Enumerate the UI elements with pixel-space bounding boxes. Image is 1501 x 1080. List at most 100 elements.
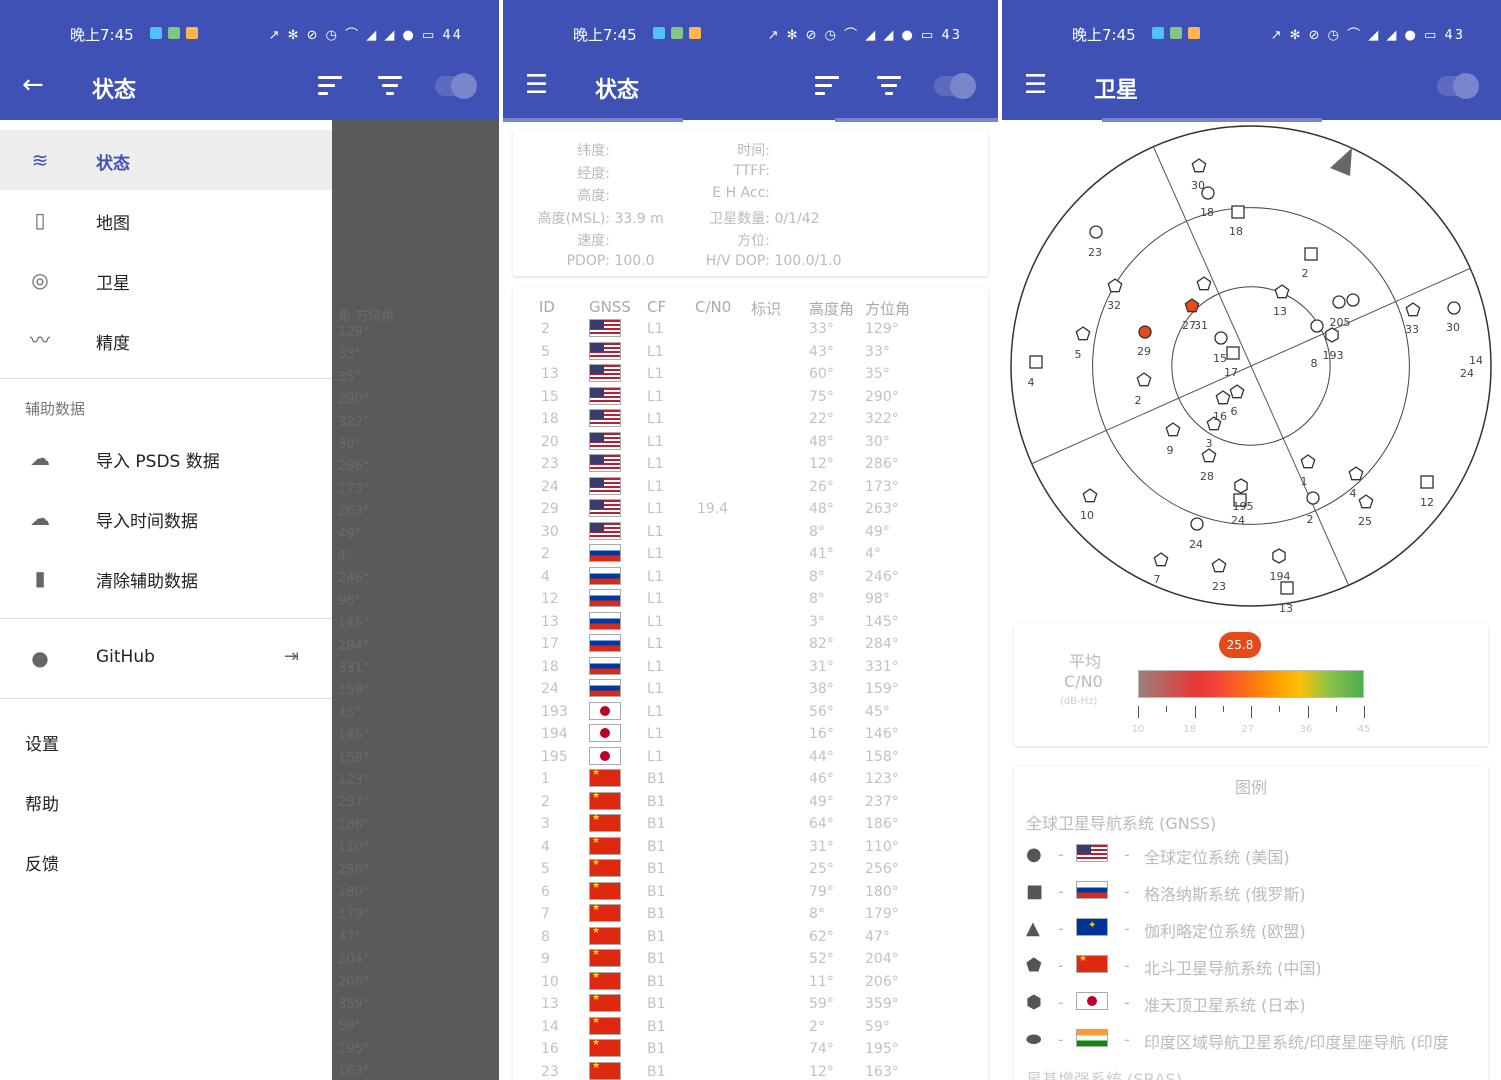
ghost-azimuth: 246° (338, 571, 370, 587)
drawer-item-label: 卫星 (96, 274, 130, 294)
screen-status: 晚上7:45 ↗ ✻ ⊘ ◷ ⌒ ◢ ◢ ● ▭ 43 ☰ 状态 纬度: 经度:… (503, 0, 998, 1080)
satellite-label: 8 (1311, 357, 1318, 370)
drawer-item-feedback[interactable]: 反馈 (25, 850, 59, 875)
table-row: 14 B1 2° 59° (513, 1016, 998, 1038)
legend-item: ⬟--北斗卫星导航系统 (中国) (1026, 951, 1496, 981)
satellite-label: 24 (1189, 538, 1203, 551)
battery-icon: 43 (941, 28, 962, 43)
flag-icon (589, 1038, 621, 1057)
cell-id: 23 (541, 456, 559, 472)
legend-text: 格洛纳斯系统 (俄罗斯) (1144, 885, 1306, 904)
cell-azimuth: 204° (865, 951, 899, 967)
drawer-item-status[interactable]: ≋ 状态 (0, 130, 332, 190)
menu-icon[interactable]: ☰ (1024, 70, 1047, 100)
satellite-label: 31 (1194, 319, 1208, 332)
drawer-item-settings[interactable]: 设置 (25, 730, 59, 755)
cell-azimuth: 30° (865, 433, 890, 450)
satellite-icon: ◎ (31, 268, 49, 292)
cn0-tick (1279, 706, 1281, 712)
notification-icons (1152, 27, 1200, 39)
drawer-item-accuracy[interactable]: 〰 精度 (0, 310, 332, 370)
drawer-item-import-psds[interactable]: ☁ 导入 PSDS 数据 (0, 428, 332, 488)
satellite-marker (1348, 466, 1364, 481)
cell-cn0: 19.4 (697, 501, 729, 517)
legend-dash: - (1058, 882, 1064, 901)
legend-item: ● - - 全球定位系统 (美国) (1026, 840, 1496, 870)
col-gnss: GNSS (589, 298, 631, 316)
filter-icon[interactable] (877, 76, 903, 98)
cell-azimuth: 123° (865, 771, 899, 787)
satellite-label: 9 (1167, 444, 1174, 457)
drawer-scrim[interactable]: 角 方位角 129° 33° 35° 290° 322° 30° 286° 173° 263° 4… (332, 120, 499, 1080)
filter-icon[interactable] (378, 76, 404, 98)
drawer-item-map[interactable]: ▯ 地图 (0, 190, 332, 250)
back-arrow-icon[interactable]: ← (22, 70, 44, 100)
cn0-tick-label: 45 (1357, 724, 1371, 735)
map-icon: ▯ (34, 208, 46, 232)
cn0-tick (1251, 706, 1252, 718)
cell-id: 12 (541, 591, 559, 607)
satellite-label: 1 (1301, 475, 1308, 488)
menu-icon[interactable]: ☰ (525, 70, 548, 100)
ghost-azimuth: 123° (338, 773, 370, 788)
info-value: 0/1/42 (774, 210, 820, 227)
cell-azimuth: 186° (865, 816, 899, 832)
sort-icon[interactable] (318, 76, 344, 98)
table-row: 20 L1 48° 30° (513, 431, 998, 453)
cell-azimuth: 47° (865, 928, 890, 945)
info-value: 100.0/1.0 (774, 252, 842, 269)
cell-elevation: 22° (809, 411, 834, 427)
gps-toggle[interactable] (1437, 73, 1479, 99)
sort-icon[interactable] (815, 76, 841, 98)
ghost-azimuth: 33° (338, 347, 362, 363)
cell-cf: L1 (647, 523, 664, 540)
cell-id: 24 (541, 478, 559, 495)
cell-elevation: 46° (809, 771, 834, 787)
satellite-marker (1184, 298, 1200, 313)
flag-icon (589, 971, 621, 990)
cell-id: 9 (541, 951, 550, 967)
drawer-item-clear-assist[interactable]: ▮ 清除辅助数据 (0, 548, 332, 608)
info-key: PDOP: (566, 252, 610, 269)
notification-icons (150, 27, 198, 39)
cell-azimuth: 322° (865, 411, 899, 427)
gps-toggle[interactable] (435, 73, 477, 99)
cell-id: 13 (541, 613, 559, 630)
cell-id: 194 (541, 726, 568, 742)
satellite-marker (1306, 491, 1320, 505)
flag-icon (589, 701, 621, 720)
drawer-item-satellite[interactable]: ◎ 卫星 (0, 250, 332, 310)
col-azimuth: 方位角 (865, 300, 911, 318)
info-key: TTFF: (733, 162, 770, 179)
cell-cf: B1 (647, 951, 666, 967)
cell-elevation: 38° (809, 681, 834, 697)
drawer-item-import-time[interactable]: ☁ 导入时间数据 (0, 488, 332, 548)
cell-id: 3 (541, 816, 550, 832)
square-shape-icon: ■ (1026, 881, 1044, 902)
ghost-azimuth: 180° (338, 885, 370, 900)
satellite-marker (1272, 548, 1286, 564)
flag-icon (1076, 918, 1108, 936)
flag-icon (589, 1016, 621, 1035)
satellite-marker (1107, 278, 1123, 293)
flag-icon (589, 454, 621, 472)
trash-icon: ▮ (34, 566, 46, 590)
cell-cf: B1 (647, 793, 666, 810)
flag-icon (589, 768, 621, 787)
cell-id: 24 (541, 681, 559, 697)
info-key: 高度(MSL): (537, 210, 610, 227)
cell-elevation: 25° (809, 861, 834, 877)
cell-cf: L1 (647, 366, 664, 382)
cell-elevation: 8° (809, 906, 825, 922)
gps-toggle[interactable] (934, 73, 976, 99)
info-key: 时间: (737, 143, 770, 159)
legend-partial-row: 星基增强系统 (SBAS) (1026, 1070, 1182, 1080)
drawer-item-github[interactable]: ● GitHub ⇥ (0, 628, 332, 688)
table-row: 193 L1 56° 45° (513, 701, 998, 723)
satellite-marker (1300, 454, 1316, 469)
cell-elevation: 52° (809, 951, 834, 967)
flag-icon (589, 409, 621, 427)
drawer-item-help[interactable]: 帮助 (25, 790, 59, 815)
cell-azimuth: 246° (865, 568, 899, 585)
cell-id: 17 (541, 636, 559, 652)
